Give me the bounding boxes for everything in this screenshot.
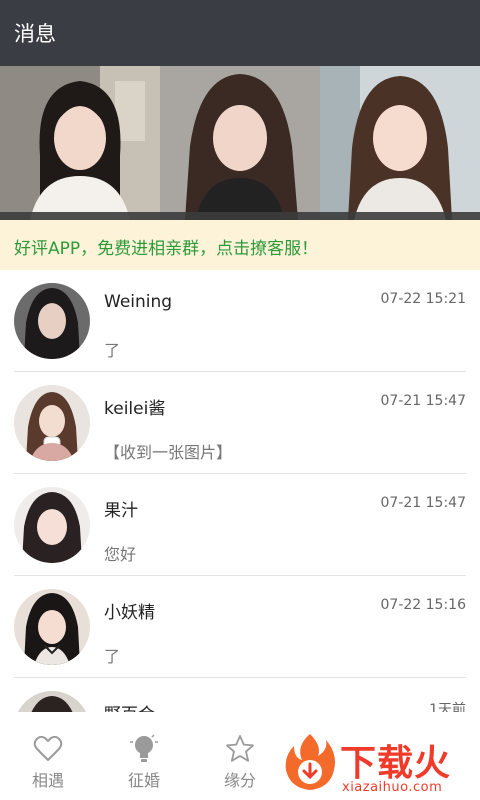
tab-zhenghun[interactable]: 征婚	[96, 718, 192, 800]
message-row[interactable]: keilei酱 07-21 15:47 【收到一张图片】	[0, 372, 480, 474]
message-row[interactable]: 果汁 07-21 15:47 您好	[0, 474, 480, 576]
avatar[interactable]	[14, 283, 90, 359]
tab-label: 缘分	[223, 771, 256, 790]
tab-label: 相遇	[31, 771, 64, 790]
page-title: 消息	[14, 22, 56, 46]
contact-name: Weining	[104, 292, 173, 312]
banner-photo-3[interactable]	[320, 66, 480, 220]
photo-caption-bar	[0, 212, 160, 220]
tab-xiangyu[interactable]: 相遇	[0, 718, 96, 800]
avatar[interactable]	[14, 589, 90, 665]
flame-logo-icon	[285, 734, 335, 790]
contact-name: 果汁	[104, 501, 138, 521]
lightbulb-icon	[130, 734, 158, 762]
message-time: 07-22 15:21	[380, 291, 466, 307]
message-time: 07-21 15:47	[380, 393, 466, 409]
banner-photo-1[interactable]	[0, 66, 160, 220]
heart-icon	[33, 735, 63, 761]
message-row[interactable]: 小妖精 07-22 15:16 了	[0, 576, 480, 678]
promo-notice-text[interactable]: 好评APP，免费进相亲群，点击撩客服！	[14, 234, 318, 259]
photo-caption-bar	[320, 212, 480, 220]
message-preview: 您好	[104, 545, 137, 564]
contact-name: 小妖精	[104, 603, 155, 623]
contact-name: keilei酱	[104, 399, 166, 419]
watermark-url: xiazaihuo.com	[342, 780, 443, 795]
message-preview: 了	[104, 647, 121, 666]
message-list[interactable]: Weining 07-22 15:21 了 keilei酱 07-21 15:4…	[0, 270, 480, 712]
message-time: 07-22 15:16	[380, 597, 466, 613]
tab-yuanfen[interactable]: 缘分	[192, 718, 288, 800]
contact-name: 野百合	[104, 700, 155, 712]
message-preview: 了	[104, 341, 121, 360]
message-row[interactable]: 野百合 1天前	[0, 678, 480, 712]
star-icon	[226, 735, 254, 762]
banner-photo-2[interactable]	[160, 66, 320, 220]
message-time: 07-21 15:47	[380, 495, 466, 511]
avatar[interactable]	[14, 385, 90, 461]
top-bar: 消息	[0, 0, 480, 66]
message-row[interactable]: Weining 07-22 15:21 了	[0, 270, 480, 372]
watermark-text: 下载火	[340, 743, 452, 784]
avatar[interactable]	[14, 691, 90, 712]
promo-notice[interactable]: 好评APP，免费进相亲群，点击撩客服！	[0, 220, 480, 270]
message-preview: 【收到一张图片】	[104, 443, 233, 462]
watermark-logo: 下载火 xiazaihuo.com	[282, 730, 480, 800]
avatar[interactable]	[14, 487, 90, 563]
banner-carousel[interactable]	[0, 66, 480, 220]
photo-caption-bar	[160, 212, 320, 220]
tab-label: 征婚	[127, 771, 160, 790]
message-time: 1天前	[429, 702, 466, 712]
